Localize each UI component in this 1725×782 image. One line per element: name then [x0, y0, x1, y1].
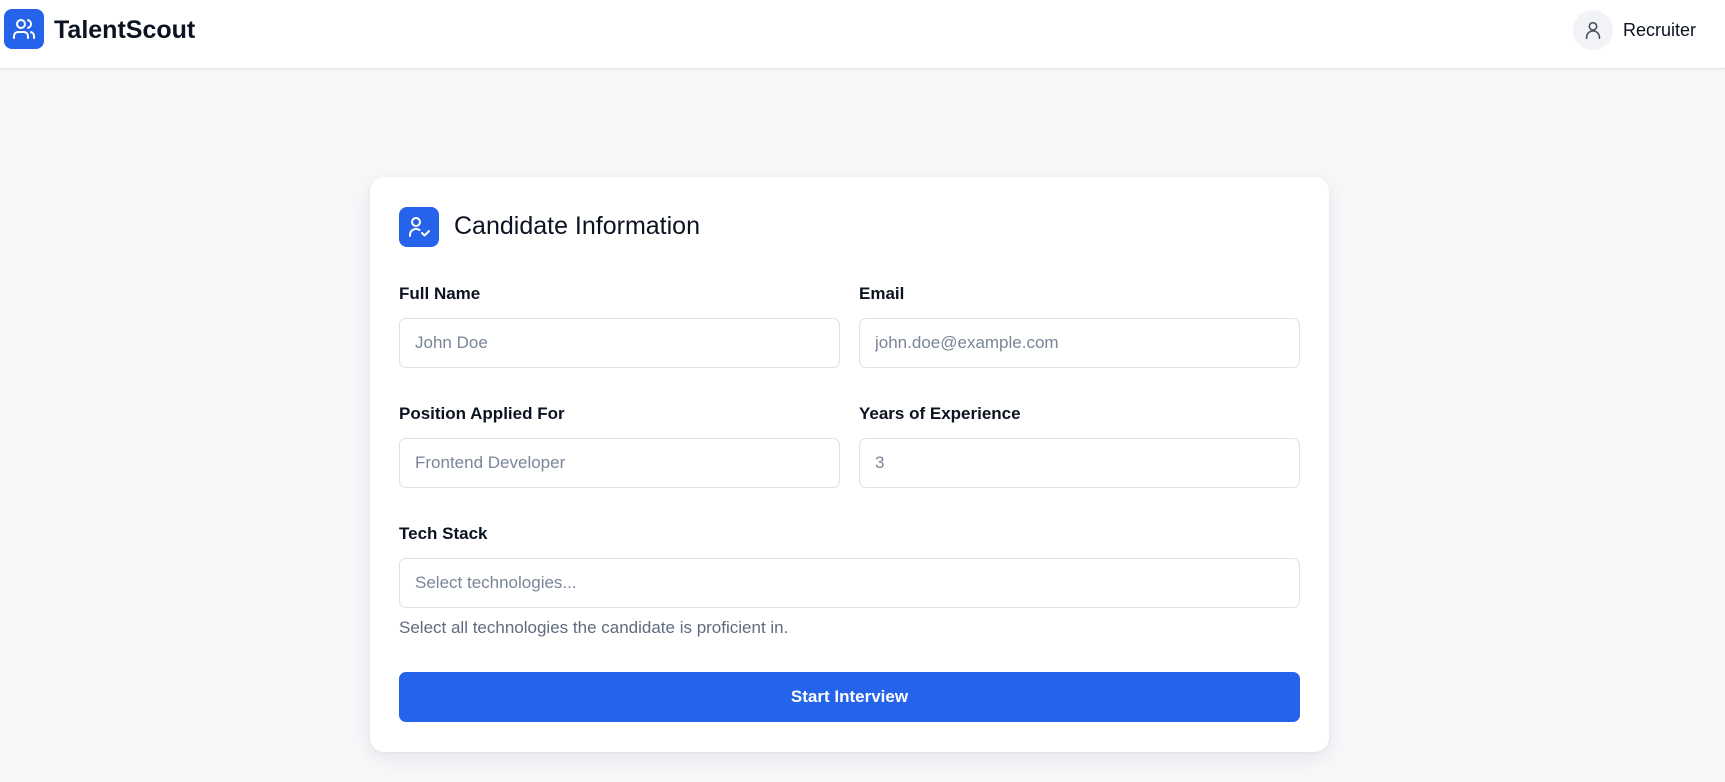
candidate-form-card: Candidate Information Full Name Email Po… [370, 177, 1329, 752]
tech-stack-field: Tech Stack [399, 522, 1300, 608]
form-title: Candidate Information [454, 212, 700, 240]
position-label: Position Applied For [399, 404, 565, 423]
email-input[interactable] [859, 318, 1300, 368]
full-name-label: Full Name [399, 284, 481, 303]
user-icon[interactable] [1572, 10, 1613, 50]
email-label: Email [859, 284, 905, 303]
start-interview-button[interactable]: Start Interview [399, 672, 1300, 722]
experience-label: Years of Experience [859, 404, 1021, 423]
users-icon[interactable] [4, 9, 44, 49]
email-field: Email [859, 282, 1300, 368]
position-input[interactable] [399, 438, 840, 488]
position-field: Position Applied For [399, 402, 840, 488]
card-header: Candidate Information [399, 206, 700, 247]
experience-field: Years of Experience [859, 402, 1300, 488]
user-check-icon [399, 206, 439, 247]
full-name-field: Full Name [399, 282, 840, 368]
tech-stack-select[interactable] [399, 558, 1300, 608]
full-name-input[interactable] [399, 318, 840, 368]
app-title[interactable]: TalentScout [54, 14, 195, 46]
top-header: TalentScout Recruiter [0, 0, 1725, 69]
tech-stack-helper-text: Select all technologies the candidate is… [399, 618, 789, 637]
user-role-label[interactable]: Recruiter [1623, 20, 1696, 41]
tech-stack-label: Tech Stack [399, 524, 488, 543]
experience-input[interactable] [859, 438, 1300, 488]
user-menu[interactable]: Recruiter [1572, 9, 1696, 51]
